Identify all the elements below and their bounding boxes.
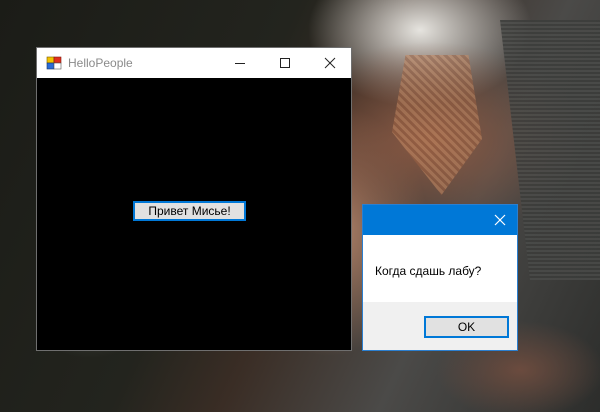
minimize-button[interactable]: [217, 48, 262, 78]
dialog-close-button[interactable]: [483, 205, 517, 235]
maximize-button[interactable]: [262, 48, 307, 78]
app-icon: [46, 55, 62, 71]
message-box-dialog: Когда сдашь лабу? OK: [362, 204, 518, 351]
dialog-footer: OK: [363, 302, 517, 350]
maximize-icon: [279, 58, 290, 68]
close-icon: [324, 57, 335, 69]
greeting-button[interactable]: Привет Мисье!: [133, 201, 246, 221]
dialog-body: Когда сдашь лабу?: [363, 235, 517, 302]
ok-button[interactable]: OK: [424, 316, 509, 338]
close-icon: [494, 214, 506, 226]
dialog-titlebar[interactable]: [363, 205, 517, 235]
close-button[interactable]: [307, 48, 352, 78]
window-title: HelloPeople: [68, 56, 133, 70]
hellopeople-window: HelloPeople Привет Мисье!: [36, 47, 352, 351]
dialog-message: Когда сдашь лабу?: [375, 264, 482, 278]
minimize-icon: [234, 63, 245, 64]
window-client-area: Привет Мисье!: [37, 78, 351, 350]
window-titlebar[interactable]: HelloPeople: [37, 48, 351, 78]
wallpaper-detail: [392, 55, 482, 195]
